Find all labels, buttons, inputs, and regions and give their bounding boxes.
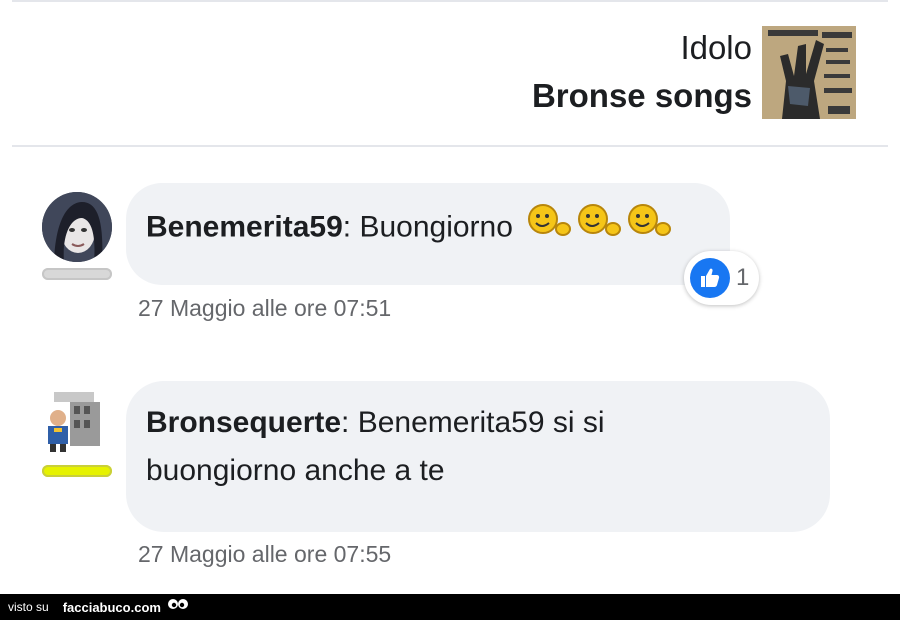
comment-body: Buongiorno <box>351 210 513 244</box>
comment-body-line2: buongiorno anche a te <box>146 454 445 487</box>
waving-smiley-icon <box>527 203 572 254</box>
status-indicator <box>42 465 112 477</box>
comment-timestamp[interactable]: 27 Maggio alle ore 07:55 <box>138 541 391 568</box>
comment-body-line1: Benemerita59 si si <box>349 406 605 439</box>
waving-smiley-icon <box>577 203 622 254</box>
header-divider <box>12 145 888 147</box>
comment-author[interactable]: Benemerita59 <box>146 210 343 243</box>
author-separator: : <box>342 210 352 244</box>
comment-text: Bronsequerte: Benemerita59 si si buongio… <box>146 399 605 495</box>
comment-text: Benemerita59: Buongiorno <box>146 203 672 254</box>
status-indicator <box>42 268 112 280</box>
watermark-label: visto su <box>8 600 49 614</box>
avatar[interactable] <box>42 192 112 262</box>
watermark-footer: visto su facciabuco.com <box>0 594 900 620</box>
top-divider <box>12 0 888 2</box>
comment-bubble[interactable]: Benemerita59: Buongiorno <box>126 183 730 285</box>
eyes-icon <box>167 597 189 618</box>
reaction-count: 1 <box>736 264 750 291</box>
like-icon <box>690 258 730 298</box>
post-subtitle: Idolo <box>680 29 752 66</box>
post-header: Idolo Bronse songs <box>532 28 752 124</box>
comment-timestamp[interactable]: 27 Maggio alle ore 07:51 <box>138 295 391 322</box>
avatar[interactable] <box>40 388 106 454</box>
comment-author[interactable]: Bronsequerte <box>146 406 341 439</box>
comment-bubble[interactable]: Bronsequerte: Benemerita59 si si buongio… <box>126 381 830 532</box>
watermark-brand[interactable]: facciabuco.com <box>63 600 161 615</box>
post-thumbnail[interactable] <box>762 26 856 119</box>
reaction-summary[interactable]: 1 <box>684 251 760 305</box>
post-title[interactable]: Bronse songs <box>532 68 752 124</box>
waving-smiley-icon <box>627 203 672 254</box>
